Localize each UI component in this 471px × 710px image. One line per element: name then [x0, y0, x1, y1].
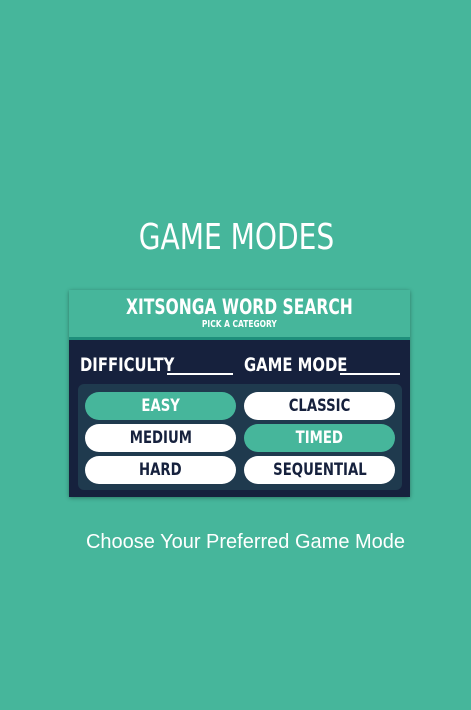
- options-panel: EASY MEDIUM HARD CLASSIC TIMED SEQUENTIA…: [78, 384, 402, 490]
- game-mode-option-classic[interactable]: CLASSIC: [244, 392, 395, 420]
- card-subtitle: PICK A CATEGORY: [201, 319, 277, 330]
- card-header: XITSONGA WORD SEARCH PICK A CATEGORY: [69, 290, 410, 340]
- card-title: XITSONGA WORD SEARCH: [125, 295, 353, 319]
- caption-text: Choose Your Preferred Game Mode: [85, 531, 406, 553]
- settings-card: XITSONGA WORD SEARCH PICK A CATEGORY DIF…: [69, 290, 410, 497]
- difficulty-heading: DIFFICULTY: [80, 354, 175, 376]
- difficulty-option-medium[interactable]: MEDIUM: [85, 424, 236, 452]
- game-mode-option-sequential[interactable]: SEQUENTIAL: [244, 456, 395, 484]
- page-title: GAME MODES: [138, 217, 335, 258]
- game-mode-heading-rule: [340, 373, 400, 375]
- game-mode-heading: GAME MODE: [244, 354, 348, 376]
- game-mode-option-timed[interactable]: TIMED: [244, 424, 395, 452]
- difficulty-heading-rule: [167, 373, 233, 375]
- difficulty-option-hard[interactable]: HARD: [85, 456, 236, 484]
- difficulty-option-easy[interactable]: EASY: [85, 392, 236, 420]
